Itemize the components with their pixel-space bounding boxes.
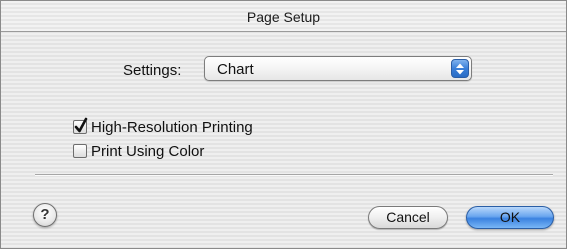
title-bar: Page Setup [1,1,566,32]
page-setup-dialog: Page Setup Settings: Chart High-Resoluti… [0,0,567,249]
ok-button[interactable]: OK [466,206,554,229]
option-high-resolution-printing[interactable]: High-Resolution Printing [73,117,253,136]
settings-popup-value: Chart [217,61,254,78]
updown-arrows-icon [451,59,469,78]
cancel-button[interactable]: Cancel [368,206,448,229]
settings-label: Settings: [123,62,182,79]
separator [35,174,553,176]
print-using-color-checkbox[interactable] [73,144,87,158]
settings-popup[interactable]: Chart [204,56,472,81]
help-button[interactable]: ? [33,203,57,227]
window-title: Page Setup [246,9,321,25]
checkmark-icon [74,117,88,133]
high-resolution-printing-label: High-Resolution Printing [91,118,253,136]
print-using-color-label: Print Using Color [91,142,205,160]
option-print-using-color[interactable]: Print Using Color [73,142,204,160]
high-resolution-printing-checkbox[interactable] [73,117,88,134]
